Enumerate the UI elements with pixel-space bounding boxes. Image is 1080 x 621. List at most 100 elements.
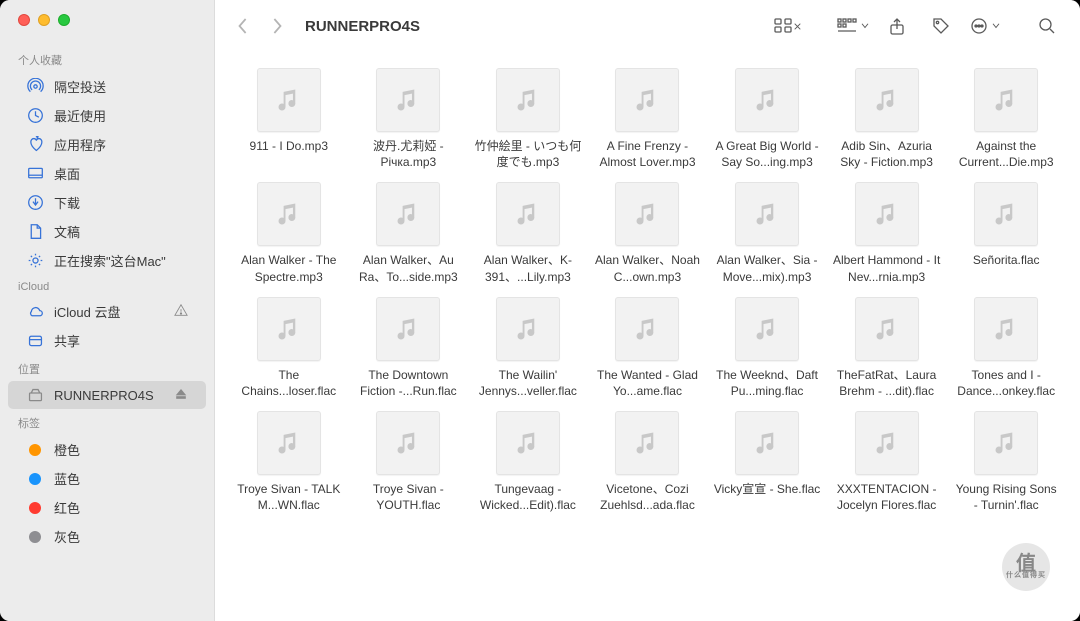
tag-dot-icon [29,473,41,485]
file-name: 波丹.尤莉婭 - Річка.mp3 [354,138,462,170]
sidebar-item-label: 共享 [54,331,80,350]
view-icon-button[interactable] [770,12,804,40]
group-by-button[interactable] [836,12,870,40]
music-file-icon [376,411,440,475]
sidebar-item[interactable]: 下载 [8,188,206,217]
action-button[interactable] [968,12,1002,40]
music-file-icon [496,297,560,361]
share-button[interactable] [880,12,914,40]
music-file-icon [257,182,321,246]
file-name: Vicky宣宣 - She.flac [714,481,820,497]
file-item[interactable]: Young Rising Sons - Turnin'.flac [950,411,1062,513]
sidebar-item[interactable]: 共享 [8,326,206,355]
file-item[interactable]: Vicky宣宣 - She.flac [711,411,823,513]
file-item[interactable]: The Wailin' Jennys...veller.flac [472,297,584,399]
file-item[interactable]: Alan Walker、K-391、...Lily.mp3 [472,182,584,284]
tag-button[interactable] [924,12,958,40]
sidebar-item[interactable]: 应用程序 [8,130,206,159]
apps-icon [26,136,44,154]
file-item[interactable]: Tungevaag - Wicked...Edit).flac [472,411,584,513]
file-item[interactable]: Adib Sin、Azuria Sky - Fiction.mp3 [831,68,943,170]
music-file-icon [615,68,679,132]
sidebar-section-header: iCloud [0,275,214,297]
sidebar-item-label: 最近使用 [54,106,106,125]
sidebar-item[interactable]: 桌面 [8,159,206,188]
sidebar-trail-icon[interactable] [174,303,188,320]
sidebar-item[interactable]: 正在搜索"这台Mac" [8,246,206,275]
file-item[interactable]: The Downtown Fiction -...Run.flac [353,297,465,399]
file-name: 911 - I Do.mp3 [250,138,328,154]
file-name: Adib Sin、Azuria Sky - Fiction.mp3 [833,138,941,170]
file-name: The Chains...loser.flac [235,367,343,399]
file-item[interactable]: Troye Sivan - TALK M...WN.flac [233,411,345,513]
file-item[interactable]: Alan Walker、Sia - Move...mix).mp3 [711,182,823,284]
sidebar-item[interactable]: iCloud 云盘 [8,297,206,326]
file-item[interactable]: Vicetone、Cozi Zuehlsd...ada.flac [592,411,704,513]
file-item[interactable]: Alan Walker、Au Ra、To...side.mp3 [353,182,465,284]
file-item[interactable]: Against the Current...Die.mp3 [950,68,1062,170]
file-item[interactable]: The Wanted - Glad Yo...ame.flac [592,297,704,399]
sidebar-item[interactable]: 最近使用 [8,101,206,130]
music-file-icon [855,411,919,475]
desktop-icon [26,165,44,183]
file-item[interactable]: Alan Walker、Noah C...own.mp3 [592,182,704,284]
sidebar-trail-icon[interactable] [174,387,188,404]
sidebar-tag[interactable]: 蓝色 [8,464,206,493]
file-item[interactable]: Albert Hammond - It Nev...rnia.mp3 [831,182,943,284]
file-name: The Weeknd、Daft Pu...ming.flac [713,367,821,399]
finder-window: 个人收藏隔空投送最近使用应用程序桌面下载文稿正在搜索"这台Mac"iCloudi… [0,0,1080,621]
doc-icon [26,223,44,241]
airdrop-icon [26,78,44,96]
sidebar-section-header: 标签 [0,409,214,435]
sidebar-section-header: 位置 [0,355,214,381]
file-item[interactable]: A Fine Frenzy - Almost Lover.mp3 [592,68,704,170]
sidebar-tag[interactable]: 红色 [8,493,206,522]
watermark: 值什么值得买 [1002,543,1050,591]
file-item[interactable]: The Chains...loser.flac [233,297,345,399]
music-file-icon [735,68,799,132]
file-name: Alan Walker、K-391、...Lily.mp3 [474,252,582,284]
file-name: Against the Current...Die.mp3 [952,138,1060,170]
file-item[interactable]: Alan Walker - The Spectre.mp3 [233,182,345,284]
music-file-icon [615,297,679,361]
file-item[interactable]: 竹仲絵里 - いつも何度でも.mp3 [472,68,584,170]
search-button[interactable] [1030,12,1064,40]
file-name: Alan Walker、Au Ra、To...side.mp3 [354,252,462,284]
file-item[interactable]: A Great Big World - Say So...ing.mp3 [711,68,823,170]
music-file-icon [496,68,560,132]
file-name: XXXTENTACION - Jocelyn Flores.flac [833,481,941,513]
file-item[interactable]: The Weeknd、Daft Pu...ming.flac [711,297,823,399]
file-name: Albert Hammond - It Nev...rnia.mp3 [833,252,941,284]
file-name: Alan Walker、Sia - Move...mix).mp3 [713,252,821,284]
files-grid[interactable]: 911 - I Do.mp3 波丹.尤莉婭 - Річка.mp3 竹仲絵里 - い… [215,52,1080,621]
sidebar-item[interactable]: RUNNERPRO4S [8,381,206,409]
music-file-icon [735,297,799,361]
music-file-icon [496,411,560,475]
music-file-icon [257,68,321,132]
music-file-icon [257,411,321,475]
tag-dot-icon [29,444,41,456]
file-item[interactable]: Tones and I - Dance...onkey.flac [950,297,1062,399]
file-item[interactable]: TheFatRat、Laura Brehm - ...dit).flac [831,297,943,399]
sidebar-tag[interactable]: 灰色 [8,522,206,551]
zoom-window-button[interactable] [58,14,70,26]
file-item[interactable]: 911 - I Do.mp3 [233,68,345,170]
back-button[interactable] [231,12,255,40]
music-file-icon [735,411,799,475]
sidebar-item[interactable]: 文稿 [8,217,206,246]
tag-dot-icon [29,502,41,514]
sidebar-tag[interactable]: 橙色 [8,435,206,464]
sidebar-item[interactable]: 隔空投送 [8,72,206,101]
file-name: Tungevaag - Wicked...Edit).flac [474,481,582,513]
file-name: Alan Walker、Noah C...own.mp3 [593,252,701,284]
minimize-window-button[interactable] [38,14,50,26]
sidebar-item-label: RUNNERPRO4S [54,388,154,403]
file-item[interactable]: 波丹.尤莉婭 - Річка.mp3 [353,68,465,170]
file-item[interactable]: XXXTENTACION - Jocelyn Flores.flac [831,411,943,513]
forward-button[interactable] [265,12,289,40]
close-window-button[interactable] [18,14,30,26]
file-item[interactable]: Troye Sivan - YOUTH.flac [353,411,465,513]
file-name: Troye Sivan - YOUTH.flac [354,481,462,513]
file-item[interactable]: Señorita.flac [950,182,1062,284]
music-file-icon [257,297,321,361]
